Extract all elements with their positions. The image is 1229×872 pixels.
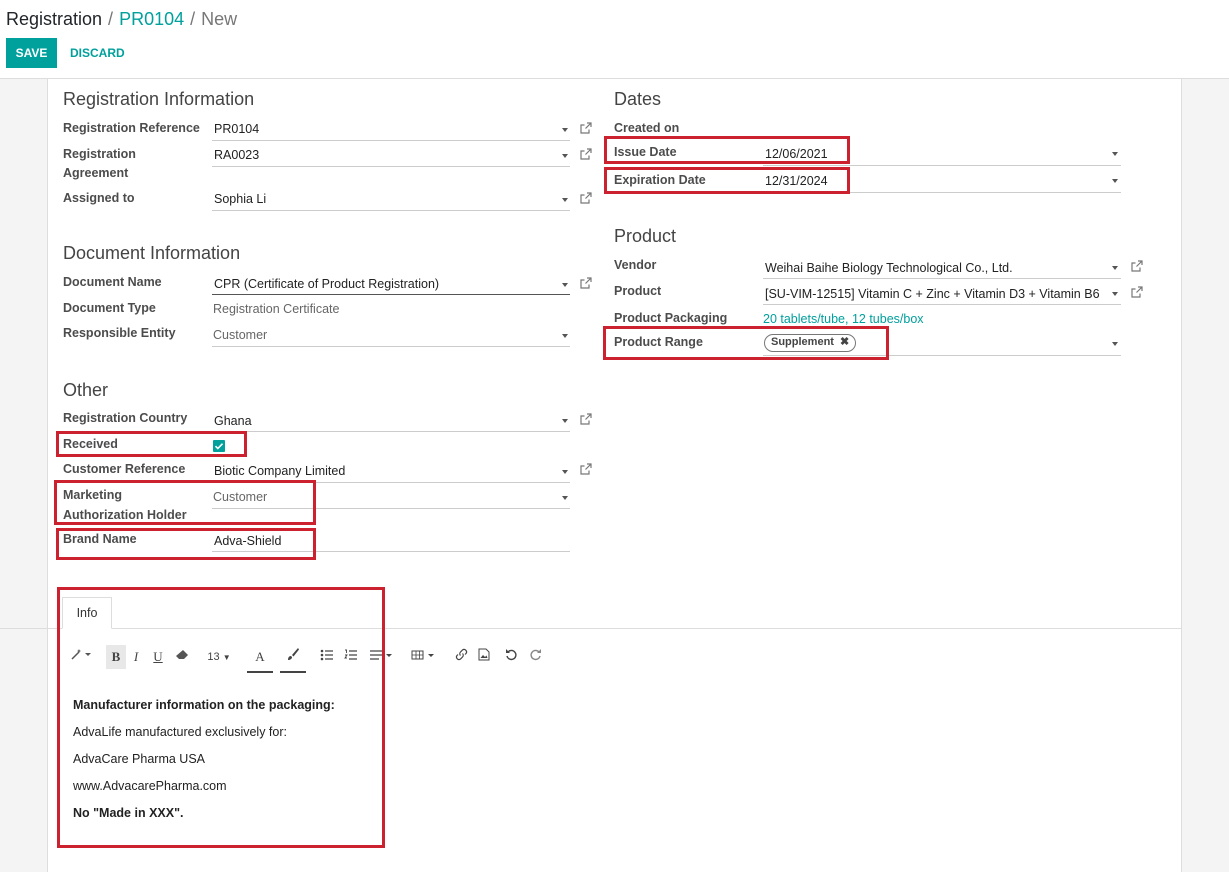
product-label: Product	[614, 284, 662, 298]
highlight-product-range	[603, 326, 889, 360]
chevron-down-icon[interactable]	[562, 198, 568, 202]
field-underline	[212, 140, 570, 141]
field-underline	[763, 165, 1121, 166]
assigned-to-label: Assigned to	[63, 191, 135, 205]
responsible-entity-label: Responsible Entity	[63, 326, 176, 340]
chevron-down-icon[interactable]	[562, 283, 568, 287]
document-type-label: Document Type	[63, 301, 156, 315]
dates-title: Dates	[614, 89, 662, 109]
vendor-value[interactable]: Weihai Baihe Biology Technological Co., …	[765, 261, 1013, 275]
registration-country-label: Registration Country	[63, 411, 188, 425]
chevron-down-icon[interactable]	[562, 334, 568, 338]
highlight-marketing-auth-holder	[54, 480, 316, 525]
customer-reference-label: Customer Reference	[63, 462, 186, 476]
document-name-label: Document Name	[63, 275, 162, 289]
registration-agreement-label-line1: Registration	[63, 147, 136, 161]
chevron-down-icon[interactable]	[1112, 179, 1118, 183]
external-link-icon[interactable]	[580, 277, 592, 289]
external-link-icon[interactable]	[580, 413, 592, 425]
table-icon[interactable]	[410, 645, 438, 669]
registration-agreement-label-line2: Agreement	[63, 166, 129, 180]
undo-icon[interactable]	[502, 645, 520, 669]
highlight-received	[56, 431, 247, 457]
control-panel: Registration / PR0104/New SAVE DISCARD	[0, 0, 1229, 79]
chevron-down-icon[interactable]	[562, 154, 568, 158]
highlight-issue-date	[604, 136, 850, 164]
product-value[interactable]: [SU-VIM-12515] Vitamin C + Zinc + Vitami…	[765, 287, 1107, 301]
other-title: Other	[63, 380, 109, 400]
image-icon[interactable]	[475, 645, 493, 669]
vendor-label: Vendor	[614, 258, 657, 272]
field-underline	[212, 346, 570, 347]
field-underline	[212, 431, 570, 432]
external-link-icon[interactable]	[580, 122, 592, 134]
registration-info-title: Registration Information	[63, 89, 255, 109]
breadcrumb: Registration / PR0104/New	[6, 9, 237, 30]
registration-reference-value[interactable]: PR0104	[214, 122, 259, 136]
chevron-down-icon[interactable]	[1112, 342, 1118, 346]
chevron-down-icon[interactable]	[562, 470, 568, 474]
field-underline	[212, 294, 570, 295]
external-link-icon[interactable]	[1131, 260, 1143, 272]
assigned-to-value[interactable]: Sophia Li	[214, 192, 266, 206]
registration-country-value[interactable]: Ghana	[214, 414, 252, 428]
product-title: Product	[614, 226, 677, 246]
field-underline	[212, 166, 570, 167]
field-underline	[763, 278, 1121, 279]
external-link-icon[interactable]	[580, 148, 592, 160]
breadcrumb-separator: /	[190, 9, 196, 29]
external-link-icon[interactable]	[580, 192, 592, 204]
chevron-down-icon[interactable]	[562, 419, 568, 423]
external-link-icon[interactable]	[1131, 286, 1143, 298]
registration-reference-label: Registration Reference	[63, 121, 200, 135]
document-name-value[interactable]: CPR (Certificate of Product Registration…	[214, 277, 439, 291]
registration-agreement-value[interactable]: RA0023	[214, 148, 259, 162]
external-link-icon[interactable]	[580, 463, 592, 475]
breadcrumb-root[interactable]: Registration	[6, 9, 102, 29]
customer-reference-value[interactable]: Biotic Company Limited	[214, 464, 345, 478]
responsible-entity-value[interactable]: Customer	[213, 328, 267, 342]
chevron-down-icon[interactable]	[562, 128, 568, 132]
document-info-title: Document Information	[63, 243, 241, 263]
redo-icon[interactable]	[526, 645, 544, 669]
highlight-brand-name	[56, 528, 316, 560]
field-underline	[212, 210, 570, 211]
document-type-value: Registration Certificate	[213, 302, 340, 316]
breadcrumb-current: New	[201, 9, 238, 29]
save-button[interactable]: SAVE	[6, 38, 57, 68]
chevron-down-icon[interactable]	[562, 496, 568, 500]
breadcrumb-record[interactable]: PR0104	[119, 9, 184, 29]
field-underline	[763, 304, 1121, 305]
discard-button[interactable]: DISCARD	[62, 38, 133, 68]
chevron-down-icon[interactable]	[1112, 266, 1118, 270]
breadcrumb-separator: /	[108, 9, 114, 29]
link-icon[interactable]	[452, 645, 470, 669]
highlight-expiration-date	[604, 167, 850, 194]
product-packaging-value[interactable]: 20 tablets/tube, 12 tubes/box	[763, 312, 924, 326]
chevron-down-icon[interactable]	[1112, 152, 1118, 156]
chevron-down-icon[interactable]	[1112, 292, 1118, 296]
highlight-info-notes	[57, 587, 385, 848]
